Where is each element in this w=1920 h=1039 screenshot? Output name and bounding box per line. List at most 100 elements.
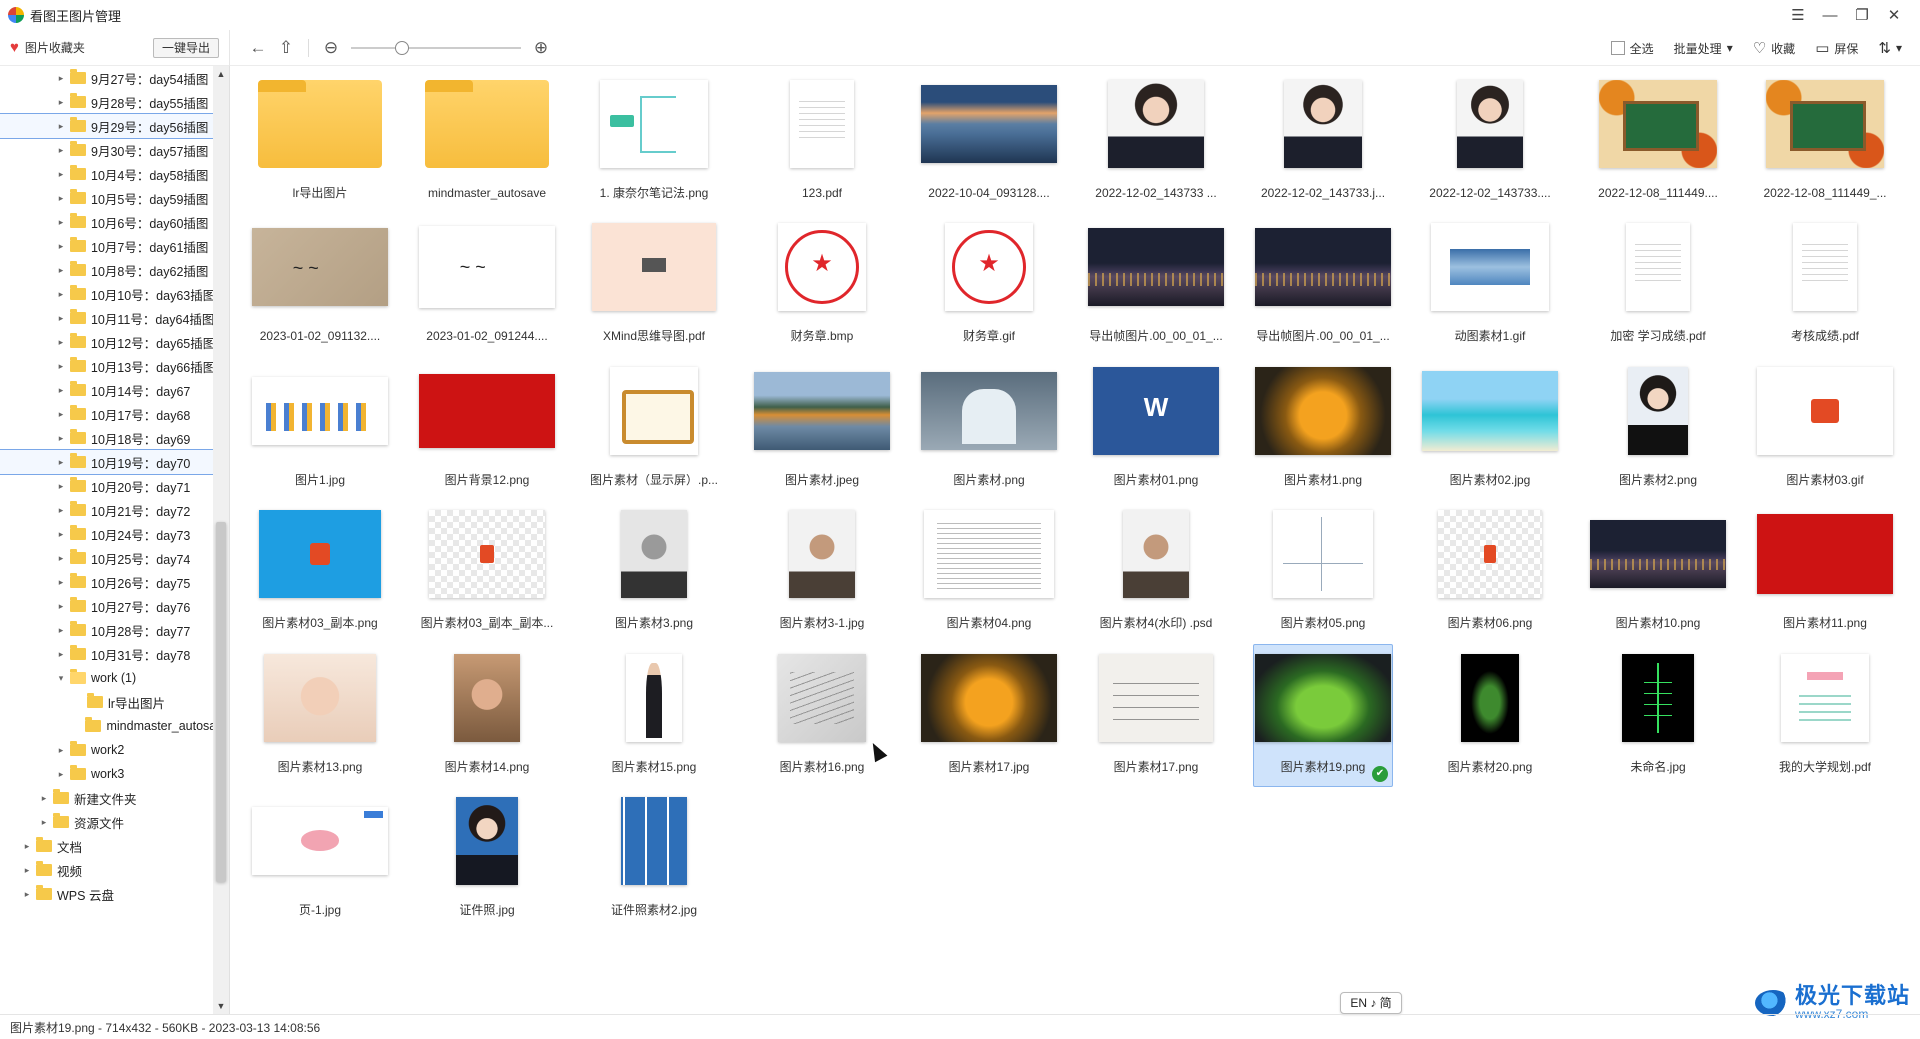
- tree-item[interactable]: ▸ 10月8号：day62插图: [0, 258, 214, 282]
- caret-right-icon[interactable]: ▸: [55, 121, 67, 132]
- file-tile[interactable]: 图片素材15.png: [584, 644, 724, 787]
- caret-right-icon[interactable]: ▸: [55, 409, 67, 420]
- file-tile[interactable]: 图片素材2.png: [1588, 357, 1728, 500]
- caret-right-icon[interactable]: ▸: [55, 97, 67, 108]
- file-tile[interactable]: 图片素材03_副本.png: [250, 500, 390, 643]
- back-arrow-icon[interactable]: ←: [244, 34, 272, 62]
- file-tile[interactable]: 2022-12-02_143733.j...: [1253, 70, 1393, 213]
- tree-item[interactable]: mindmaster_autosave: [0, 714, 214, 738]
- caret-right-icon[interactable]: ▸: [55, 337, 67, 348]
- tree-item[interactable]: ▸ 10月20号：day71: [0, 474, 214, 498]
- file-tile[interactable]: 图片素材06.png: [1420, 500, 1560, 643]
- file-tile[interactable]: 考核成绩.pdf: [1755, 213, 1895, 356]
- favorites-label[interactable]: 图片收藏夹: [25, 39, 85, 56]
- zoom-slider[interactable]: [351, 40, 521, 55]
- restore-icon[interactable]: ❐: [1846, 0, 1878, 30]
- tree-item[interactable]: ▸ 9月27号：day54插图: [0, 66, 214, 90]
- file-tile[interactable]: 图片素材1.png: [1253, 357, 1393, 500]
- file-tile[interactable]: 图片素材3-1.jpg: [752, 500, 892, 643]
- file-tile[interactable]: 图片素材03.gif: [1755, 357, 1895, 500]
- tree-item[interactable]: ▸ 10月31号：day78: [0, 642, 214, 666]
- one-click-export-button[interactable]: 一键导出: [152, 37, 219, 58]
- zoom-slider-thumb[interactable]: [394, 40, 409, 55]
- favorite-button[interactable]: ♡ 收藏: [1753, 39, 1795, 57]
- file-tile[interactable]: 2022-12-08_111449....: [1588, 70, 1728, 213]
- file-tile[interactable]: 图片素材.jpeg: [752, 357, 892, 500]
- caret-down-icon[interactable]: ▾: [55, 673, 67, 684]
- caret-right-icon[interactable]: ▸: [55, 769, 67, 780]
- tree-item[interactable]: ▸ work3: [0, 762, 214, 786]
- file-tile[interactable]: lr导出图片: [250, 70, 390, 213]
- tree-item[interactable]: lr导出图片: [0, 690, 214, 714]
- caret-right-icon[interactable]: ▸: [55, 73, 67, 84]
- file-tile[interactable]: 图片素材13.png: [250, 644, 390, 787]
- tree-item[interactable]: ▸ 10月7号：day61插图: [0, 234, 214, 258]
- caret-right-icon[interactable]: ▸: [55, 481, 67, 492]
- tree-item[interactable]: ▸ 资源文件: [0, 810, 214, 834]
- file-tile[interactable]: XMind思维导图.pdf: [584, 213, 724, 356]
- file-tile[interactable]: 图片素材02.jpg: [1420, 357, 1560, 500]
- screensaver-button[interactable]: ▭ 屏保: [1815, 39, 1858, 57]
- file-tile[interactable]: 图片素材04.png: [919, 500, 1059, 643]
- tree-item[interactable]: ▸ 10月4号：day58插图: [0, 162, 214, 186]
- caret-right-icon[interactable]: ▸: [21, 841, 33, 852]
- tree-item[interactable]: ▸ 文档: [0, 834, 214, 858]
- caret-right-icon[interactable]: ▸: [55, 241, 67, 252]
- zoom-out-icon[interactable]: ⊖: [317, 34, 345, 62]
- tree-item[interactable]: ▸ 10月6号：day60插图: [0, 210, 214, 234]
- file-tile[interactable]: mindmaster_autosave: [417, 70, 557, 213]
- file-tile[interactable]: 未命名.jpg: [1588, 644, 1728, 787]
- file-tile[interactable]: 图片素材17.png: [1086, 644, 1226, 787]
- caret-right-icon[interactable]: ▸: [38, 817, 50, 828]
- tree-item[interactable]: ▸ 10月11号：day64插图: [0, 306, 214, 330]
- input-method-indicator[interactable]: EN ♪ 简: [1340, 992, 1402, 1014]
- file-tile[interactable]: 2023-01-02_091244....: [417, 213, 557, 356]
- caret-right-icon[interactable]: ▸: [55, 625, 67, 636]
- caret-right-icon[interactable]: ▸: [38, 793, 50, 804]
- caret-right-icon[interactable]: ▸: [55, 577, 67, 588]
- tree-item[interactable]: ▸ 10月12号：day65插图: [0, 330, 214, 354]
- file-tile[interactable]: 2022-12-02_143733....: [1420, 70, 1560, 213]
- caret-right-icon[interactable]: ▸: [55, 145, 67, 156]
- tree-item[interactable]: ▸ 10月13号：day66插图: [0, 354, 214, 378]
- caret-right-icon[interactable]: ▸: [55, 193, 67, 204]
- scroll-down-arrow-icon[interactable]: ▼: [213, 998, 229, 1014]
- tree-item[interactable]: ▸ 10月27号：day76: [0, 594, 214, 618]
- file-tile[interactable]: 2023-01-02_091132....: [250, 213, 390, 356]
- file-tile[interactable]: 2022-10-04_093128....: [919, 70, 1059, 213]
- tree-item[interactable]: ▸ 10月28号：day77: [0, 618, 214, 642]
- tree-item[interactable]: ▸ WPS 云盘: [0, 882, 214, 906]
- file-tile[interactable]: 图片素材01.png: [1086, 357, 1226, 500]
- tree-item[interactable]: ▸ 视频: [0, 858, 214, 882]
- file-tile[interactable]: 1. 康奈尔笔记法.png: [584, 70, 724, 213]
- zoom-in-icon[interactable]: ⊕: [527, 34, 555, 62]
- file-tile[interactable]: 图片背景12.png: [417, 357, 557, 500]
- tree-item[interactable]: ▸ 10月17号：day68: [0, 402, 214, 426]
- caret-right-icon[interactable]: ▸: [55, 385, 67, 396]
- file-tile[interactable]: 加密 学习成绩.pdf: [1588, 213, 1728, 356]
- tree-scrollbar[interactable]: ▲ ▼: [213, 66, 229, 1014]
- file-tile[interactable]: 动图素材1.gif: [1420, 213, 1560, 356]
- caret-right-icon[interactable]: ▸: [55, 169, 67, 180]
- tree-item[interactable]: ▸ 10月19号：day70: [0, 449, 215, 475]
- file-tile[interactable]: 图片素材03_副本_副本...: [417, 500, 557, 643]
- file-tile[interactable]: 2022-12-08_111449_...: [1755, 70, 1895, 213]
- file-tile[interactable]: 123.pdf: [752, 70, 892, 213]
- tree-item[interactable]: ▸ 10月25号：day74: [0, 546, 214, 570]
- tree-item[interactable]: ▸ 10月24号：day73: [0, 522, 214, 546]
- file-tile[interactable]: 图片素材4(水印) .psd: [1086, 500, 1226, 643]
- caret-right-icon[interactable]: ▸: [55, 529, 67, 540]
- tree-item[interactable]: ▸ 10月26号：day75: [0, 570, 214, 594]
- file-tile[interactable]: 证件照.jpg: [417, 787, 557, 930]
- tree-item[interactable]: ▸ 10月14号：day67: [0, 378, 214, 402]
- caret-right-icon[interactable]: ▸: [55, 505, 67, 516]
- tree-item[interactable]: ▸ 10月5号：day59插图: [0, 186, 214, 210]
- file-tile[interactable]: 图片素材10.png: [1588, 500, 1728, 643]
- file-tile[interactable]: 图片1.jpg: [250, 357, 390, 500]
- scrollbar-thumb[interactable]: [216, 522, 226, 882]
- file-tile[interactable]: 图片素材14.png: [417, 644, 557, 787]
- caret-right-icon[interactable]: ▸: [21, 865, 33, 876]
- caret-right-icon[interactable]: ▸: [55, 289, 67, 300]
- file-tile[interactable]: 图片素材.png: [919, 357, 1059, 500]
- sort-menu[interactable]: ⇅ ▾: [1878, 39, 1902, 57]
